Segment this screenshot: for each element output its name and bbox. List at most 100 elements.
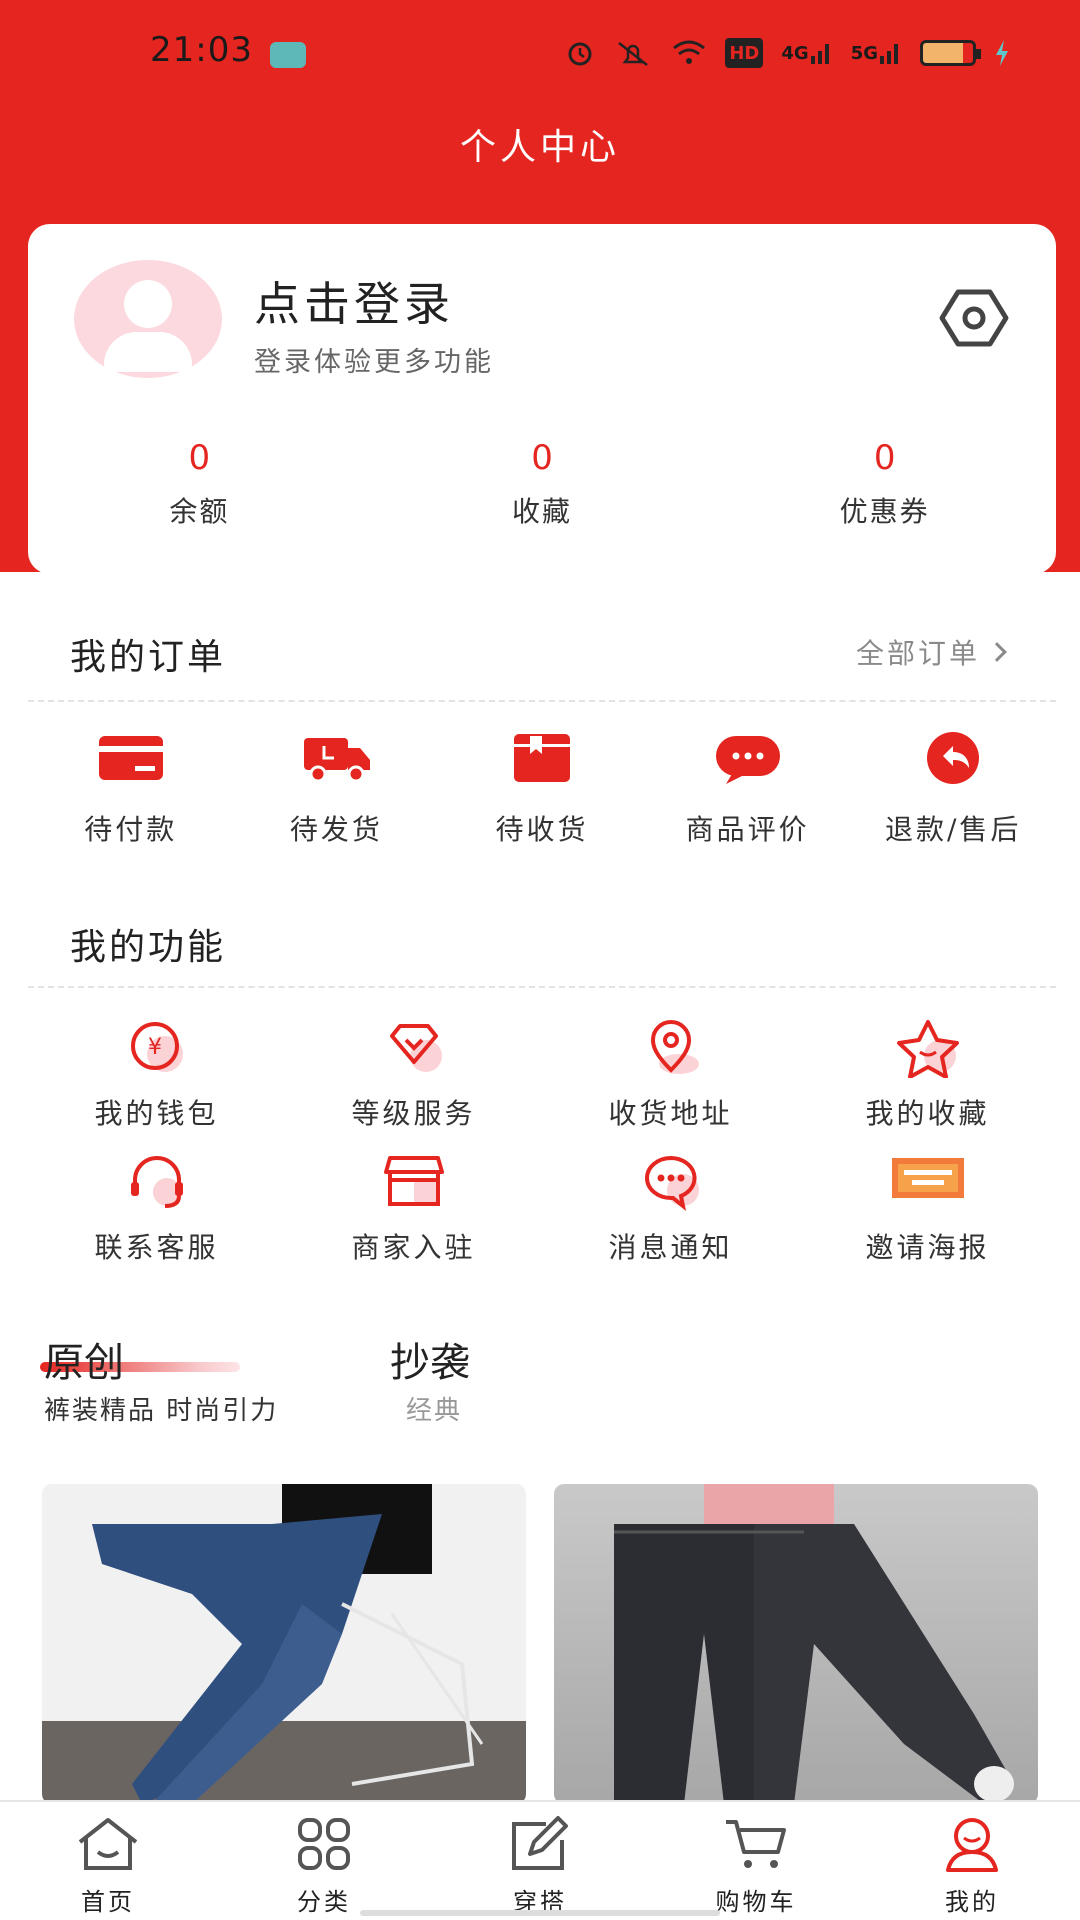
product-card[interactable] — [42, 1484, 526, 1804]
tab-original-subtitle: 裤装精品 时尚引力 — [44, 1396, 279, 1426]
product-card[interactable] — [554, 1484, 1038, 1804]
charging-icon — [994, 38, 1010, 68]
order-pending-receipt[interactable]: 待收货 — [439, 730, 645, 848]
order-label: 待发货 — [289, 813, 383, 846]
func-label: 我的钱包 — [94, 1097, 219, 1130]
mute-icon — [613, 38, 653, 68]
order-refunds[interactable]: 退款/售后 — [850, 730, 1056, 848]
func-messages[interactable]: 消息通知 — [542, 1152, 799, 1266]
status-icons: HD 4G 5G — [565, 38, 1010, 68]
return-icon — [927, 732, 980, 784]
order-label: 待付款 — [84, 813, 178, 846]
avatar[interactable] — [74, 260, 222, 378]
home-icon — [78, 1818, 138, 1870]
order-reviews[interactable]: 商品评价 — [645, 730, 851, 848]
grid-icon — [298, 1818, 350, 1870]
func-label: 联系客服 — [94, 1231, 219, 1264]
login-subtitle: 登录体验更多功能 — [254, 347, 494, 378]
truck-icon — [304, 738, 371, 783]
product-image — [614, 1484, 1014, 1804]
poster-icon — [891, 1158, 964, 1198]
func-wallet[interactable]: ¥ 我的钱包 — [28, 1018, 285, 1132]
signal-4g-icon: 4G — [781, 38, 832, 68]
func-label: 商家入驻 — [351, 1231, 476, 1264]
location-icon — [650, 1020, 699, 1074]
wallet-icon: ¥ — [130, 1022, 183, 1072]
tab-classic[interactable]: 抄袭 — [390, 1330, 470, 1388]
order-label: 退款/售后 — [884, 813, 1022, 846]
func-label: 我的收藏 — [865, 1097, 990, 1130]
edit-icon — [512, 1816, 568, 1870]
stat-value: 0 — [531, 438, 553, 478]
stat-value: 0 — [188, 438, 211, 478]
stat-label: 优惠券 — [839, 495, 930, 528]
divider — [28, 700, 1056, 702]
nav-mine[interactable]: 我的 — [864, 1802, 1080, 1920]
stat-value: 0 — [873, 438, 896, 478]
func-label: 邀请海报 — [865, 1231, 990, 1264]
func-label: 消息通知 — [608, 1231, 733, 1264]
comment-icon — [715, 736, 780, 784]
functions-grid: ¥ 我的钱包 等级服务 收货地址 我的收藏 联系客服 商家入驻 消息通知 邀请海… — [28, 1018, 1056, 1266]
login-button[interactable]: 点击登录 — [254, 268, 454, 334]
stat-label: 余额 — [169, 495, 230, 528]
status-bar: 21:03 HD 4G 5G — [0, 0, 1080, 100]
stat-label: 收藏 — [512, 495, 573, 528]
stat-coupons[interactable]: 0 优惠券 — [713, 438, 1056, 530]
nav-cart[interactable]: 购物车 — [648, 1802, 864, 1920]
store-icon — [383, 1156, 444, 1206]
nav-category[interactable]: 分类 — [216, 1802, 432, 1920]
nav-home[interactable]: 首页 — [0, 1802, 216, 1920]
all-orders-link[interactable]: 全部订单 — [855, 632, 1007, 672]
cart-icon — [726, 1820, 786, 1868]
signal-5g-label: 5G — [850, 42, 878, 64]
all-orders-label: 全部订单 — [855, 637, 980, 670]
functions-title: 我的功能 — [70, 927, 227, 968]
svg-text:¥: ¥ — [148, 1035, 162, 1060]
message-icon — [644, 1155, 699, 1211]
order-pending-payment[interactable]: 待付款 — [28, 730, 234, 848]
func-level-service[interactable]: 等级服务 — [285, 1018, 542, 1132]
nav-outfit[interactable]: 穿搭 — [432, 1802, 648, 1920]
profile-card: 点击登录 登录体验更多功能 0 余额 0 收藏 0 优惠券 — [28, 224, 1056, 574]
tab-original[interactable]: 原创 — [44, 1330, 124, 1388]
tab-classic-subtitle: 经典 — [406, 1396, 463, 1426]
func-label: 收货地址 — [608, 1097, 733, 1130]
star-icon — [896, 1020, 959, 1079]
settings-icon[interactable] — [938, 286, 1010, 350]
stats-row: 0 余额 0 收藏 0 优惠券 — [28, 438, 1056, 530]
stat-balance[interactable]: 0 余额 — [28, 438, 371, 530]
hd-badge: HD — [725, 38, 764, 68]
bottom-nav: 首页 分类 穿搭 购物车 我的 — [0, 1800, 1080, 1920]
order-status-row: 待付款 待发货 待收货 商品评价 退款/售后 — [28, 730, 1056, 848]
headset-icon — [130, 1156, 183, 1208]
func-address[interactable]: 收货地址 — [542, 1018, 799, 1132]
func-favorites[interactable]: 我的收藏 — [799, 1018, 1056, 1132]
battery-icon — [920, 38, 981, 68]
signal-5g-icon: 5G — [851, 38, 902, 68]
order-label: 待收货 — [495, 813, 589, 846]
page-title: 个人中心 — [459, 127, 620, 168]
orders-title: 我的订单 — [70, 637, 227, 678]
func-label: 等级服务 — [351, 1097, 476, 1130]
alarm-icon — [565, 38, 595, 68]
home-indicator[interactable] — [360, 1910, 720, 1916]
wifi-icon — [671, 38, 707, 68]
product-image — [92, 1484, 484, 1804]
nav-label: 我的 — [945, 1888, 999, 1916]
card-icon — [98, 736, 163, 780]
nav-label: 首页 — [81, 1888, 135, 1916]
status-time: 21:03 — [150, 30, 253, 70]
func-merchant-join[interactable]: 商家入驻 — [285, 1152, 542, 1266]
func-customer-service[interactable]: 联系客服 — [28, 1152, 285, 1266]
func-invite-poster[interactable]: 邀请海报 — [799, 1152, 1056, 1266]
chevron-right-icon — [987, 642, 1007, 662]
notification-app-icon — [270, 42, 306, 68]
diamond-icon — [389, 1024, 442, 1072]
divider — [28, 986, 1056, 988]
order-pending-shipment[interactable]: 待发货 — [234, 730, 440, 848]
stat-favorites[interactable]: 0 收藏 — [371, 438, 714, 530]
signal-4g-label: 4G — [781, 42, 809, 64]
profile-icon — [946, 1818, 998, 1872]
order-label: 商品评价 — [685, 813, 810, 846]
